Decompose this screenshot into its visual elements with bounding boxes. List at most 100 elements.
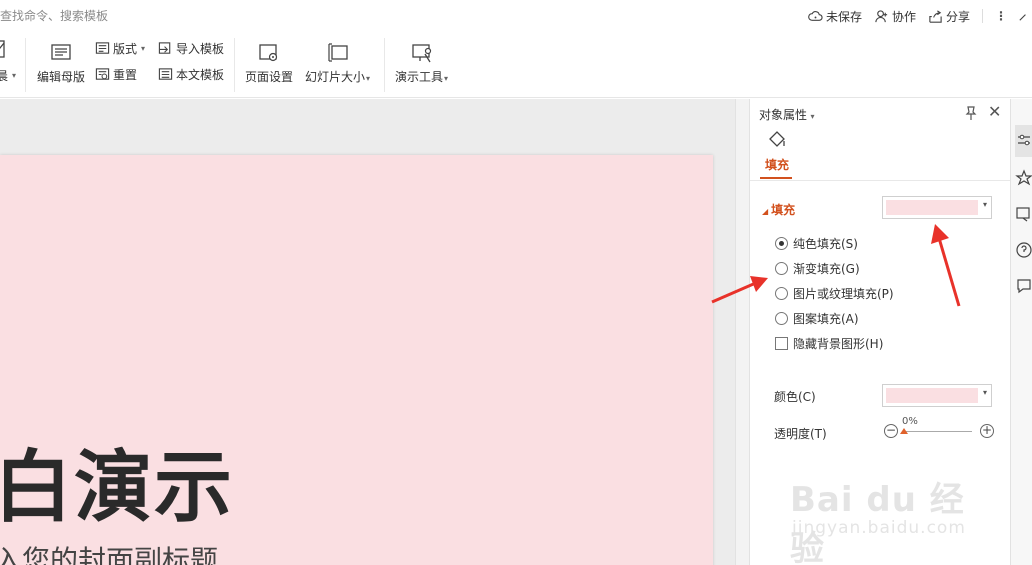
share-icon <box>929 9 942 23</box>
divider <box>234 38 235 92</box>
reset-button[interactable]: 重置 <box>95 66 137 83</box>
text-template-button[interactable]: 本文模板 <box>158 66 224 83</box>
radio-button[interactable] <box>775 287 788 300</box>
slide[interactable]: 白演示 入您的封面副标题 <box>0 155 713 565</box>
present-tools-label-wrap: 演示工具▾ <box>395 68 448 85</box>
slide-size-label-wrap: 幻灯片大小▾ <box>305 68 370 85</box>
panel-title-label: 对象属性 <box>759 108 808 122</box>
panel-splitter[interactable] <box>735 99 749 565</box>
unsaved-label: 未保存 <box>825 9 862 24</box>
tab-underline <box>760 177 792 179</box>
fill-color-dropdown[interactable]: ▾ <box>882 196 992 219</box>
radio-picture-fill[interactable]: 图片或纹理填充(P) <box>775 285 894 302</box>
fill-color-swatch <box>886 200 978 215</box>
command-search-input[interactable]: 查找命令、搜索模板 <box>0 7 108 24</box>
paint-bucket-icon <box>769 131 785 147</box>
option-label: 纯色填充(S) <box>793 237 858 251</box>
color-dropdown[interactable]: ▾ <box>882 384 992 407</box>
help-icon[interactable] <box>1015 241 1032 259</box>
color-label: 颜色(C) <box>774 390 816 404</box>
edit-master-label: 编辑母版 <box>37 70 86 84</box>
chevron-up-icon <box>1019 13 1026 21</box>
reset-icon <box>95 68 110 80</box>
divider <box>750 180 1010 181</box>
slide-title[interactable]: 白演示 <box>0 425 234 537</box>
option-label: 图案填充(A) <box>793 312 859 326</box>
reset-label: 重置 <box>113 68 138 82</box>
chevron-down-icon: ▾ <box>982 200 987 209</box>
divider <box>982 9 983 23</box>
tab-fill[interactable]: 填充 <box>760 129 794 173</box>
minus-icon[interactable]: − <box>884 424 898 438</box>
option-label: 渐变填充(G) <box>793 262 860 276</box>
edit-master-button[interactable]: 编辑母版 <box>37 42 85 85</box>
checkbox[interactable] <box>775 337 788 350</box>
import-template-button[interactable]: 导入模板 <box>158 40 224 57</box>
slide-subtitle[interactable]: 入您的封面副标题 <box>0 539 218 565</box>
collab-button[interactable]: 协作 <box>874 8 916 25</box>
layout-button[interactable]: 版式 ▾ <box>95 40 145 57</box>
share-button[interactable]: 分享 <box>928 8 970 25</box>
radio-button[interactable] <box>775 237 788 250</box>
fill-section-label: 填充 <box>771 203 796 217</box>
partial-ribbon-button[interactable]: 晨 ▾ <box>0 67 16 84</box>
pin-icon[interactable] <box>963 105 979 121</box>
top-actions: 未保存 协作 分享 ⋮ <box>808 6 1032 26</box>
tab-fill-label: 填充 <box>764 158 789 172</box>
page-setup-button[interactable]: 页面设置 <box>245 42 293 85</box>
template-icon <box>158 68 173 80</box>
chevron-down-icon: ▾ <box>808 112 815 121</box>
text-template-label: 本文模板 <box>176 68 225 82</box>
transparency-slider[interactable]: − 0% + <box>882 416 994 442</box>
collab-label: 协作 <box>891 9 916 24</box>
panel-title[interactable]: 对象属性 ▾ <box>759 106 815 123</box>
slide-size-button[interactable]: 幻灯片大小▾ <box>305 42 370 85</box>
watermark-url: jingyan.baidu.com <box>792 518 966 538</box>
more-button[interactable]: ⋮ <box>995 9 1007 23</box>
present-tools-button[interactable]: 演示工具▾ <box>395 42 448 85</box>
import-template-label: 导入模板 <box>176 42 225 56</box>
animation-icon[interactable] <box>1015 169 1032 187</box>
slider-thumb[interactable] <box>900 428 908 434</box>
radio-gradient-fill[interactable]: 渐变填充(G) <box>775 260 860 277</box>
slider-track[interactable] <box>902 431 972 432</box>
transparency-label: 透明度(T) <box>774 427 827 441</box>
option-label: 图片或纹理填充(P) <box>793 287 894 301</box>
transparency-value: 0% <box>902 416 918 427</box>
radio-pattern-fill[interactable]: 图案填充(A) <box>775 310 859 327</box>
slide-size-icon <box>327 43 348 62</box>
collapse-ribbon-button[interactable] <box>1017 9 1032 24</box>
comment-icon[interactable] <box>1015 277 1032 295</box>
divider <box>384 38 385 92</box>
radio-button[interactable] <box>775 262 788 275</box>
chevron-down-icon: ▾ <box>444 74 449 83</box>
collapse-triangle-icon: ◢ <box>762 207 769 216</box>
chevron-down-icon: ▾ <box>12 71 17 80</box>
ribbon-toolbar: 晨 ▾ 编辑母版 版式 ▾ 重置 导入模板 本文模板 页面设置 幻灯片大小▾ 演示工… <box>0 30 1032 98</box>
slide-canvas: 白演示 入您的封面副标题 <box>0 99 735 565</box>
chevron-down-icon: ▾ <box>366 74 371 83</box>
chevron-down-icon: ▾ <box>141 44 146 53</box>
divider <box>25 38 26 92</box>
edit-icon <box>0 40 5 58</box>
cloud-icon <box>808 10 823 21</box>
color-swatch <box>886 388 978 403</box>
right-sidebar <box>1010 99 1032 565</box>
transition-icon[interactable] <box>1015 205 1032 223</box>
hide-bg-checkbox[interactable]: 隐藏背景图形(H) <box>775 335 883 352</box>
present-tools-label: 演示工具 <box>395 70 444 84</box>
close-icon[interactable]: ✕ <box>988 104 1001 120</box>
chevron-down-icon: ▾ <box>982 388 987 397</box>
layout-label: 版式 <box>113 42 138 56</box>
master-slide-icon <box>51 44 71 60</box>
fill-section-header[interactable]: ◢ 填充 <box>762 201 795 218</box>
present-tools-icon <box>411 44 431 63</box>
plus-icon[interactable]: + <box>980 424 994 438</box>
unsaved-button[interactable]: 未保存 <box>808 8 862 25</box>
properties-icon[interactable] <box>1015 131 1032 149</box>
hide-bg-label: 隐藏背景图形(H) <box>793 337 884 351</box>
radio-button[interactable] <box>775 312 788 325</box>
user-icon <box>875 9 888 22</box>
radio-solid-fill[interactable]: 纯色填充(S) <box>775 235 858 252</box>
top-bar: 查找命令、搜索模板 未保存 协作 分享 ⋮ <box>0 0 1032 30</box>
